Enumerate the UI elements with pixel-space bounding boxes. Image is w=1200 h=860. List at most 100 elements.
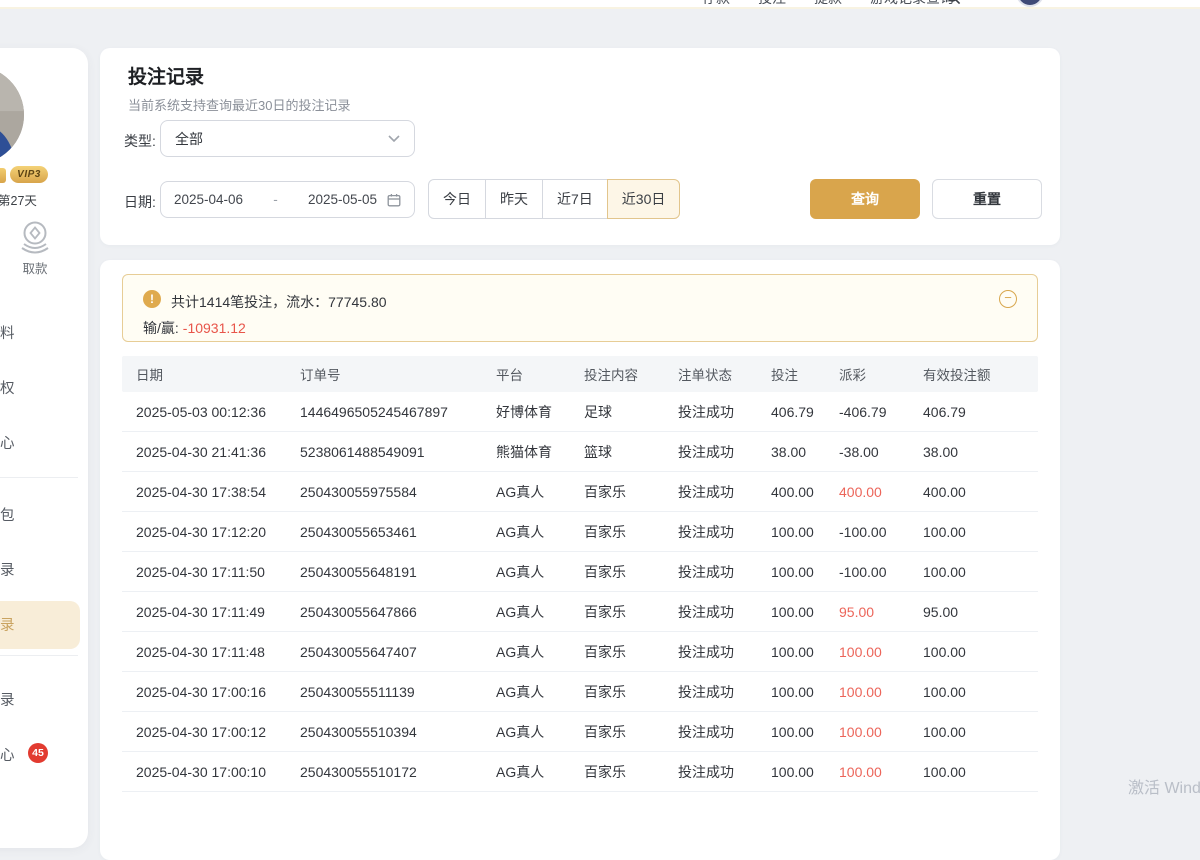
quick-button[interactable]: 近7日 <box>542 179 608 219</box>
sidebar-divider <box>0 477 78 478</box>
chevron-down-icon <box>388 135 400 142</box>
cell-order-number: 250430055510172 <box>300 764 496 780</box>
date-range-input[interactable]: 2025-04-06 - 2025-05-05 <box>160 181 415 218</box>
table-header-cell: 订单号 <box>300 364 496 384</box>
cell-platform: 熊猫体育 <box>496 442 584 462</box>
cell-bet-content: 百家乐 <box>584 682 678 702</box>
cell-bet-amount: 406.79 <box>771 404 839 420</box>
cell-status: 投注成功 <box>678 682 771 702</box>
sidebar-item[interactable]: 录 <box>0 689 15 711</box>
withdraw-label: 取款 <box>14 258 56 277</box>
top-navigation-bar: 存款 投注 提款 游戏记录查询 <box>0 0 1200 9</box>
topbar-nav-item[interactable]: 提款 <box>814 0 842 8</box>
type-label: 类型: <box>124 131 156 151</box>
withdraw-icon <box>16 218 54 256</box>
search-icon[interactable] <box>946 0 961 5</box>
user-avatar[interactable] <box>0 66 24 164</box>
type-select[interactable]: 全部 <box>160 120 415 157</box>
topbar-nav-item[interactable]: 存款 <box>702 0 730 8</box>
cell-bet-content: 篮球 <box>584 442 678 462</box>
bet-records-filter-card: 投注记录 当前系统支持查询最近30日的投注记录 类型: 全部 日期: 2025-… <box>100 48 1060 245</box>
cell-order-number: 250430055975584 <box>300 484 496 500</box>
table-row: 2025-05-03 00:12:361446496505245467897好博… <box>122 392 1038 432</box>
user-avatar-small[interactable] <box>1016 0 1044 7</box>
table-row: 2025-04-30 21:41:365238061488549091熊猫体育篮… <box>122 432 1038 472</box>
cell-valid-amount: 100.00 <box>923 524 1038 540</box>
page-subtitle: 当前系统支持查询最近30日的投注记录 <box>128 95 350 114</box>
sidebar-item[interactable]: 料 <box>0 322 15 344</box>
cell-bet-amount: 400.00 <box>771 484 839 500</box>
table-row: 2025-04-30 17:00:16250430055511139AG真人百家… <box>122 672 1038 712</box>
type-select-value: 全部 <box>175 129 388 149</box>
date-start-value: 2025-04-06 <box>174 192 243 207</box>
date-quick-buttons: 今日昨天近7日近30日 <box>428 179 680 219</box>
table-row: 2025-04-30 17:12:20250430055653461AG真人百家… <box>122 512 1038 552</box>
table-row: 2025-04-30 17:11:50250430055648191AG真人百家… <box>122 552 1038 592</box>
table-row: 2025-04-30 17:11:48250430055647407AG真人百家… <box>122 632 1038 672</box>
cell-valid-amount: 400.00 <box>923 484 1038 500</box>
calendar-icon <box>387 193 401 207</box>
sidebar-item[interactable]: 录 <box>0 559 15 581</box>
cell-valid-amount: 95.00 <box>923 604 1038 620</box>
cell-date: 2025-04-30 17:11:48 <box>122 644 300 660</box>
cell-valid-amount: 100.00 <box>923 684 1038 700</box>
cell-platform: AG真人 <box>496 522 584 542</box>
cell-date: 2025-04-30 17:00:16 <box>122 684 300 700</box>
sidebar-divider <box>0 655 78 656</box>
quick-button[interactable]: 近30日 <box>607 179 681 219</box>
table-header-cell: 注单状态 <box>678 364 771 384</box>
collapse-icon[interactable]: − <box>999 290 1017 308</box>
sidebar-item[interactable]: 录 <box>0 614 15 636</box>
sidebar-item[interactable]: 权 <box>0 377 15 399</box>
cell-valid-amount: 38.00 <box>923 444 1038 460</box>
bet-records-table: 日期订单号平台投注内容注单状态投注派彩有效投注额 2025-05-03 00:1… <box>122 356 1038 792</box>
quick-button[interactable]: 今日 <box>428 179 486 219</box>
cell-status: 投注成功 <box>678 402 771 422</box>
cell-payout: -100.00 <box>839 564 923 580</box>
reset-button[interactable]: 重置 <box>932 179 1042 219</box>
table-header-cell: 日期 <box>122 364 300 384</box>
cell-bet-amount: 100.00 <box>771 764 839 780</box>
sidebar: VIP3 第27天 取款 料权心包录录录心45 <box>0 48 88 848</box>
vip-day-counter: 第27天 <box>0 190 37 209</box>
table-header-cell: 有效投注额 <box>923 364 1038 384</box>
cell-date: 2025-04-30 17:11:49 <box>122 604 300 620</box>
cell-bet-content: 百家乐 <box>584 522 678 542</box>
cell-status: 投注成功 <box>678 722 771 742</box>
cell-date: 2025-04-30 17:38:54 <box>122 484 300 500</box>
cell-status: 投注成功 <box>678 522 771 542</box>
date-end-value: 2025-05-05 <box>308 192 377 207</box>
cell-bet-content: 百家乐 <box>584 722 678 742</box>
cell-platform: 好博体育 <box>496 402 584 422</box>
cell-payout: 100.00 <box>839 724 923 740</box>
cell-payout: 100.00 <box>839 644 923 660</box>
date-separator: - <box>243 192 308 207</box>
cell-payout: -100.00 <box>839 524 923 540</box>
topbar-nav-item[interactable]: 投注 <box>758 0 786 8</box>
cell-payout: 95.00 <box>839 604 923 620</box>
cell-bet-amount: 100.00 <box>771 564 839 580</box>
cell-order-number: 250430055510394 <box>300 724 496 740</box>
cell-bet-content: 足球 <box>584 402 678 422</box>
cell-date: 2025-04-30 17:11:50 <box>122 564 300 580</box>
cell-bet-content: 百家乐 <box>584 762 678 782</box>
withdraw-shortcut[interactable]: 取款 <box>14 218 56 277</box>
cell-status: 投注成功 <box>678 762 771 782</box>
cell-order-number: 5238061488549091 <box>300 444 496 460</box>
query-button[interactable]: 查询 <box>810 179 920 219</box>
date-label: 日期: <box>124 192 156 212</box>
table-header-cell: 投注 <box>771 364 839 384</box>
cell-payout: 100.00 <box>839 684 923 700</box>
table-row: 2025-04-30 17:11:49250430055647866AG真人百家… <box>122 592 1038 632</box>
quick-button[interactable]: 昨天 <box>485 179 543 219</box>
topbar-nav: 存款 投注 提款 游戏记录查询 <box>702 0 954 8</box>
cell-bet-amount: 100.00 <box>771 684 839 700</box>
sidebar-item[interactable]: 心 <box>0 432 15 454</box>
cell-platform: AG真人 <box>496 642 584 662</box>
sidebar-item[interactable]: 心 <box>0 744 15 766</box>
sidebar-item[interactable]: 包 <box>0 504 15 526</box>
topbar-nav-item[interactable]: 游戏记录查询 <box>870 0 954 8</box>
cell-bet-content: 百家乐 <box>584 602 678 622</box>
cell-payout: 400.00 <box>839 484 923 500</box>
winloss-label: 输/赢: <box>143 320 179 336</box>
